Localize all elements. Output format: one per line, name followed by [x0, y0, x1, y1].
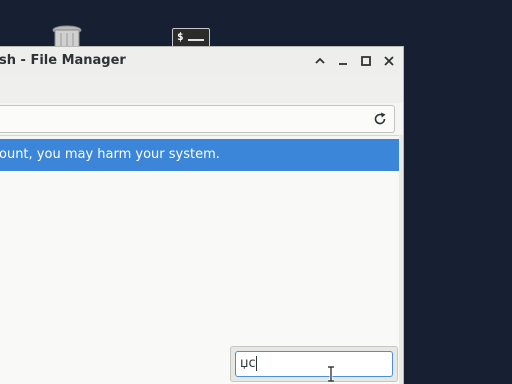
window-title: sh - File Manager — [0, 53, 126, 68]
ibeam-cursor-icon — [326, 365, 336, 383]
minimize-icon — [339, 63, 347, 65]
location-bar[interactable] — [0, 105, 395, 133]
file-manager-window: sh - File Manager ount, you may harm you… — [0, 46, 404, 384]
reload-button[interactable] — [372, 111, 388, 127]
terminal-icon-prompt: $ — [177, 30, 184, 43]
chevron-up-icon — [315, 57, 325, 64]
desktop: $ sh - File Manager ount, you may harm y… — [0, 0, 512, 384]
interactive-search-popup: џс — [230, 346, 398, 382]
reload-icon — [374, 112, 386, 125]
search-input[interactable]: џс — [235, 351, 393, 377]
close-button[interactable] — [381, 53, 397, 69]
search-input-text: џс — [240, 356, 256, 371]
toolbar — [0, 77, 403, 103]
vertical-scrollbar[interactable] — [399, 135, 403, 384]
maximize-icon — [361, 56, 371, 66]
separator — [0, 135, 403, 136]
text-caret — [255, 356, 257, 371]
warning-text: ount, you may harm your system. — [0, 147, 220, 162]
root-warning-banner: ount, you may harm your system. — [0, 139, 399, 171]
minimize-button[interactable] — [335, 53, 351, 69]
shade-button[interactable] — [312, 53, 328, 69]
titlebar[interactable]: sh - File Manager — [0, 47, 403, 77]
maximize-button[interactable] — [358, 53, 374, 69]
close-icon — [384, 56, 394, 66]
